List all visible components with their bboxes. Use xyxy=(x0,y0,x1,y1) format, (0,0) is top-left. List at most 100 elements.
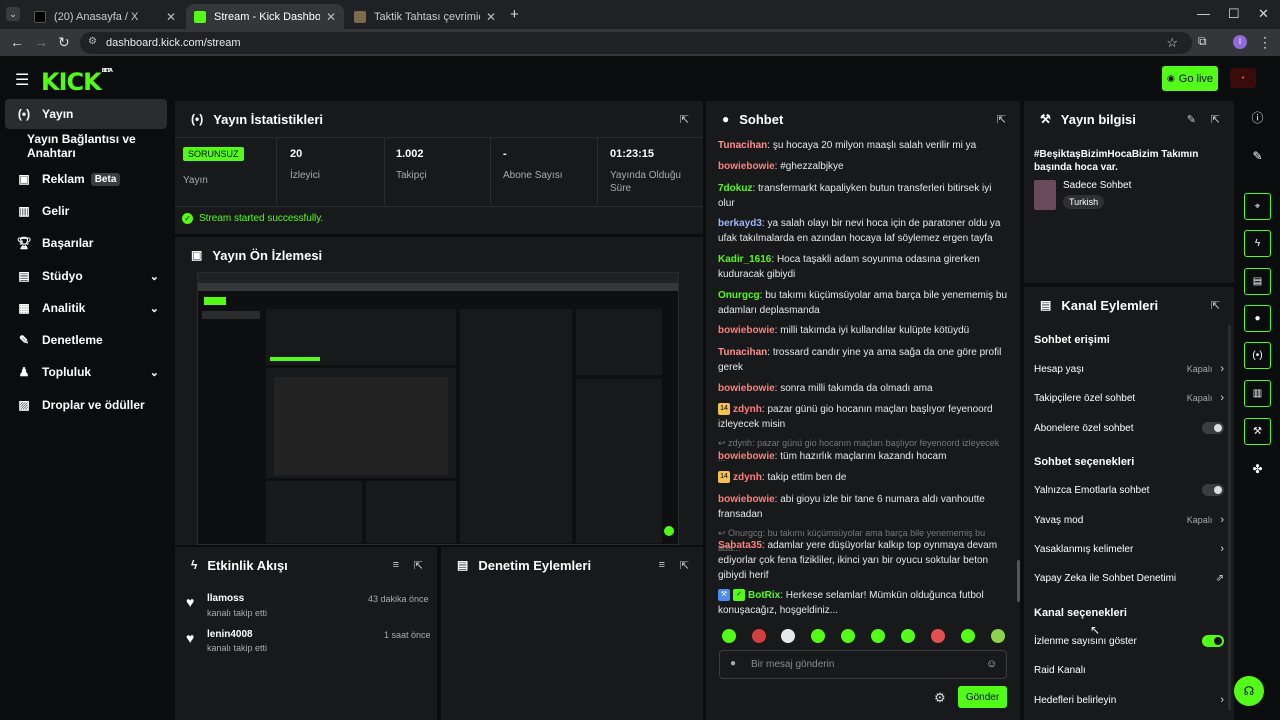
divider xyxy=(490,137,491,205)
sidebar-item-gelir[interactable]: ▥ Gelir xyxy=(5,196,167,226)
emote-icon[interactable] xyxy=(752,629,766,643)
preview-channel xyxy=(576,379,662,543)
emote-icon[interactable] xyxy=(841,629,855,643)
chat-message-input[interactable]: Bir mesaj gönderin xyxy=(719,650,1007,679)
sidebar-item-reklam[interactable]: ▣ Reklam Beta xyxy=(5,164,167,194)
setting-slow-mode[interactable]: Yavaş mod Kapalı › xyxy=(1034,514,1224,526)
chat-settings-gear-icon[interactable]: ⚙ xyxy=(934,690,946,706)
language-tag[interactable]: Turkish xyxy=(1063,195,1105,209)
sidebar-item-topluluk[interactable]: ♟ Topluluk ⌄ xyxy=(5,357,167,387)
back-icon[interactable]: ← xyxy=(10,34,24,50)
sidebar-item-studyo[interactable]: ▤ Stüdyo ⌄ xyxy=(5,261,167,291)
bookmark-star-icon[interactable]: ☆ xyxy=(1166,35,1178,51)
lightning-icon[interactable]: ϟ xyxy=(1244,230,1271,257)
browser-tab-tactic[interactable]: Taktik Tahtası çevrimiçi – Futbol ✕ xyxy=(346,4,504,29)
popout-icon[interactable]: ⇱ xyxy=(1211,113,1220,126)
maximize-icon[interactable]: ☐ xyxy=(1228,6,1240,22)
preview-success xyxy=(270,357,320,361)
profile-avatar-icon[interactable]: I xyxy=(1233,35,1247,49)
setting-ai-moderation[interactable]: Yapay Zeka ile Sohbet Denetimi ⇗ xyxy=(1034,573,1224,584)
section-heading: Sohbet erişimi xyxy=(1034,334,1110,346)
setting-raid-channel[interactable]: Raid Kanalı xyxy=(1034,665,1224,676)
edit-pencil-icon[interactable]: ✎ xyxy=(1187,113,1196,126)
sidebar-item-droplar[interactable]: ▨ Droplar ve ödüller xyxy=(5,390,167,420)
extensions-icon[interactable]: ⧉ xyxy=(1198,34,1207,49)
chat-scrollbar[interactable] xyxy=(1017,560,1020,602)
close-window-icon[interactable]: ✕ xyxy=(1258,6,1269,22)
stream-preview-video[interactable] xyxy=(197,272,679,545)
channel-icon[interactable]: ▥ xyxy=(1244,380,1271,407)
emote-only-toggle[interactable] xyxy=(1202,484,1224,496)
emote-icon[interactable] xyxy=(871,629,885,643)
sidebar-item-stream-key[interactable]: Yayın Bağlantısı ve Anahtarı xyxy=(5,131,177,161)
new-tab-icon[interactable]: + xyxy=(510,6,519,23)
emote-icon[interactable] xyxy=(811,629,825,643)
sidebar-item-yayin[interactable]: (•) Yayın xyxy=(5,99,167,129)
sidebar-item-analitik[interactable]: ▦ Analitik ⌄ xyxy=(5,293,167,323)
popout-icon[interactable]: ⇱ xyxy=(997,113,1006,126)
pencil-icon[interactable]: ✎ xyxy=(1244,142,1271,169)
site-info-icon[interactable]: ⚙ xyxy=(88,36,97,47)
chat-bubble-icon: ● xyxy=(730,658,737,669)
info-icon[interactable]: ⓘ xyxy=(1244,104,1271,131)
tab-close-icon[interactable]: ✕ xyxy=(326,10,336,24)
browser-tab-x[interactable]: (20) Anasayfa / X ✕ xyxy=(26,4,184,29)
category-thumbnail[interactable] xyxy=(1034,180,1056,210)
status-badge: SORUNSUZ xyxy=(183,147,244,161)
divider xyxy=(384,137,385,205)
bot-badge-icon: ⚒ xyxy=(718,589,730,602)
category-name[interactable]: Sadece Sohbet xyxy=(1063,180,1131,191)
emoji-picker-icon[interactable]: ☺ xyxy=(986,658,997,670)
send-button[interactable]: Gönder xyxy=(958,686,1007,708)
kick-logo[interactable]: KICKBETA xyxy=(41,68,113,96)
beta-badge: Beta xyxy=(90,172,121,186)
channel-actions-scrollbar[interactable] xyxy=(1228,325,1231,710)
emote-icon[interactable] xyxy=(781,629,795,643)
tab-search-icon[interactable]: ⌄ xyxy=(6,7,20,21)
popout-icon[interactable]: ⇱ xyxy=(680,559,689,572)
tab-close-icon[interactable]: ✕ xyxy=(166,10,176,24)
help-support-icon[interactable]: ☊ xyxy=(1234,676,1264,706)
tab-close-icon[interactable]: ✕ xyxy=(486,10,496,24)
info-panel-header: ⚒ Yayın bilgisi xyxy=(1040,111,1136,127)
popout-icon[interactable]: ⇱ xyxy=(1211,299,1220,312)
setting-followers-only[interactable]: Takipçilere özel sohbet Kapalı › xyxy=(1034,392,1224,404)
filter-icon[interactable]: ≡ xyxy=(659,559,665,571)
event-user[interactable]: llamoss xyxy=(207,593,244,604)
chat-bubble-icon[interactable]: ● xyxy=(1244,305,1271,332)
emote-icon[interactable] xyxy=(991,629,1005,643)
emote-icon[interactable] xyxy=(961,629,975,643)
sidebar-item-basarilar[interactable]: 🏆︎ Başarılar xyxy=(5,228,167,258)
minimize-icon[interactable]: — xyxy=(1197,6,1210,21)
subs-value: - xyxy=(503,148,507,160)
url-field[interactable]: ⚙ dashboard.kick.com/stream ☆ xyxy=(80,32,1192,54)
chat-message: 14 zdynh: takip ettim ben de xyxy=(718,470,1008,485)
popout-icon[interactable]: ⇱ xyxy=(414,559,423,572)
go-live-button[interactable]: ◉ Go live xyxy=(1162,66,1218,91)
emote-icon[interactable] xyxy=(931,629,945,643)
reload-icon[interactable]: ↻ xyxy=(58,34,70,51)
stream-icon[interactable]: (•) xyxy=(1244,342,1271,369)
emote-icon[interactable] xyxy=(901,629,915,643)
hamburger-menu-icon[interactable]: ☰ xyxy=(15,70,29,90)
subscribers-only-toggle[interactable] xyxy=(1202,422,1224,434)
stream-settings-icon[interactable]: ⌖ xyxy=(1244,193,1271,220)
emote-icon[interactable] xyxy=(722,629,736,643)
show-viewcount-toggle[interactable] xyxy=(1202,635,1224,647)
browser-menu-icon[interactable]: ⋮ xyxy=(1258,34,1272,51)
forward-icon[interactable]: → xyxy=(34,34,48,50)
shapes-icon[interactable]: ✤ xyxy=(1244,455,1271,482)
user-avatar[interactable]: ● xyxy=(1230,68,1256,88)
setting-banned-words[interactable]: Yasaklanmış kelimeler › xyxy=(1034,543,1224,555)
browser-tab-kick[interactable]: Stream - Kick Dashboard ✕ xyxy=(186,4,344,29)
popout-icon[interactable]: ⇱ xyxy=(680,113,689,126)
event-user[interactable]: lenin4008 xyxy=(207,629,253,640)
wrench-icon[interactable]: ⚒ xyxy=(1244,418,1271,445)
preview-panel-header: ▣ Yayın Ön İzlemesi xyxy=(191,247,323,263)
setting-account-age[interactable]: Hesap yaşı Kapalı › xyxy=(1034,363,1224,375)
document-icon[interactable]: ▤ xyxy=(1244,268,1271,295)
sidebar-item-denetleme[interactable]: ✎ Denetleme xyxy=(5,325,167,355)
filter-icon[interactable]: ≡ xyxy=(393,559,399,571)
setting-goals[interactable]: Hedefleri belirleyin › xyxy=(1034,694,1224,706)
chat-message: bowiebowie: sonra milli takımda da olmad… xyxy=(718,383,933,394)
